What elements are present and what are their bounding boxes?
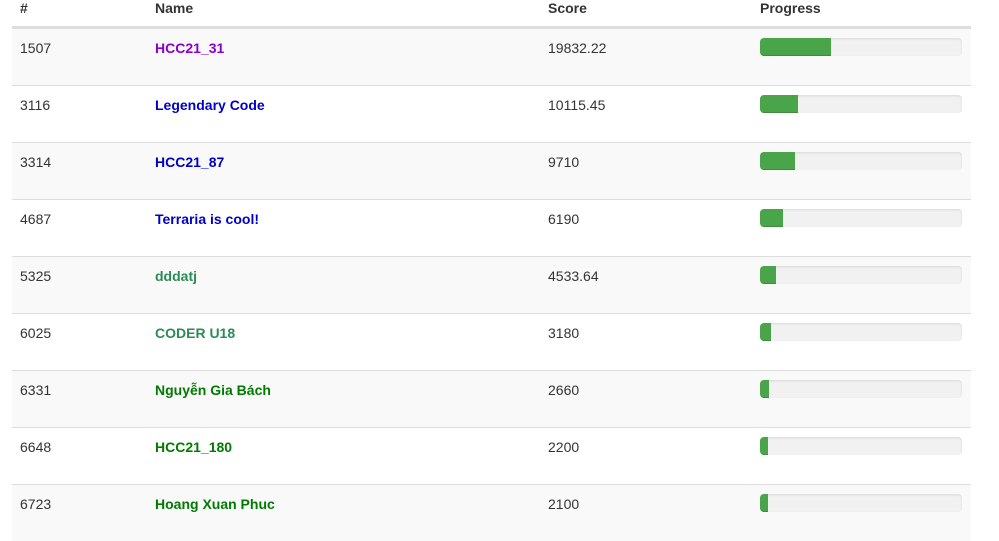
progress-bar-fill — [760, 266, 777, 284]
table-row: 1507 HCC21_31 19832.22 — [12, 28, 971, 85]
score-cell: 4533.64 — [548, 268, 599, 284]
user-name-link[interactable]: dddatj — [155, 268, 197, 285]
progress-bar-fill — [760, 323, 772, 341]
table-row: 6648 HCC21_180 2200 — [12, 427, 971, 484]
user-name-link[interactable]: HCC21_31 — [155, 40, 224, 57]
rank-cell: 3314 — [20, 154, 52, 170]
table-row: 3116 Legendary Code 10115.45 — [12, 85, 971, 142]
progress-bar-track — [760, 437, 962, 455]
user-name-link[interactable]: Legendary Code — [155, 97, 265, 114]
score-cell: 3180 — [548, 325, 580, 341]
score-cell: 9710 — [548, 154, 580, 170]
rank-cell: 6723 — [20, 496, 52, 512]
user-name-link[interactable]: HCC21_87 — [155, 154, 224, 171]
score-cell: 10115.45 — [548, 97, 606, 113]
progress-bar-track — [760, 95, 962, 113]
user-name-link[interactable]: Nguyễn Gia Bách — [155, 382, 271, 399]
progress-column-header: Progress — [760, 0, 821, 16]
user-name-link[interactable]: CODER U18 — [155, 325, 235, 342]
progress-bar-track — [760, 266, 962, 284]
progress-bar-track — [760, 38, 962, 56]
score-cell: 19832.22 — [548, 40, 607, 56]
rank-cell: 3116 — [20, 97, 51, 113]
rank-cell: 6331 — [20, 382, 52, 398]
user-name-link[interactable]: Hoang Xuan Phuc — [155, 496, 275, 513]
rank-column-header: # — [20, 0, 28, 16]
table-row: 4687 Terraria is cool! 6190 — [12, 199, 971, 256]
user-name-link[interactable]: Terraria is cool! — [155, 211, 259, 228]
table-row: 5325 dddatj 4533.64 — [12, 256, 971, 313]
score-cell: 2200 — [548, 439, 580, 455]
name-column-header: Name — [155, 0, 194, 16]
table-row: 3314 HCC21_87 9710 — [12, 142, 971, 199]
progress-bar-fill — [760, 494, 769, 512]
rank-cell: 6648 — [20, 439, 52, 455]
table-header: # Name Score Progress — [12, 0, 971, 28]
progress-bar-track — [760, 380, 962, 398]
score-cell: 2100 — [548, 496, 580, 512]
progress-bar-fill — [760, 380, 770, 398]
rank-cell: 1507 — [20, 40, 52, 56]
progress-bar-fill — [760, 209, 784, 227]
table-body: 1507 HCC21_31 19832.22 3116 Legendary Code 10… — [12, 28, 971, 541]
ranking-table: # Name Score Progress 1507 HCC21_31 19832.… — [12, 0, 971, 541]
progress-bar-track — [760, 152, 962, 170]
progress-bar-track — [760, 323, 962, 341]
rank-cell: 5325 — [20, 268, 52, 284]
progress-bar-fill — [760, 95, 799, 113]
table-row: 6723 Hoang Xuan Phuc 2100 — [12, 484, 971, 541]
progress-bar-fill — [760, 152, 796, 170]
score-cell: 2660 — [548, 382, 580, 398]
progress-bar-track — [760, 209, 962, 227]
table-row: 6331 Nguyễn Gia Bách 2660 — [12, 370, 971, 427]
table-row: 6025 CODER U18 3180 — [12, 313, 971, 370]
progress-bar-track — [760, 494, 962, 512]
rank-cell: 4687 — [20, 211, 52, 227]
score-column-header: Score — [548, 0, 587, 16]
progress-bar-fill — [760, 38, 831, 56]
user-name-link[interactable]: HCC21_180 — [155, 439, 232, 456]
score-cell: 6190 — [548, 211, 580, 227]
rank-cell: 6025 — [20, 325, 52, 341]
progress-bar-fill — [760, 437, 769, 455]
